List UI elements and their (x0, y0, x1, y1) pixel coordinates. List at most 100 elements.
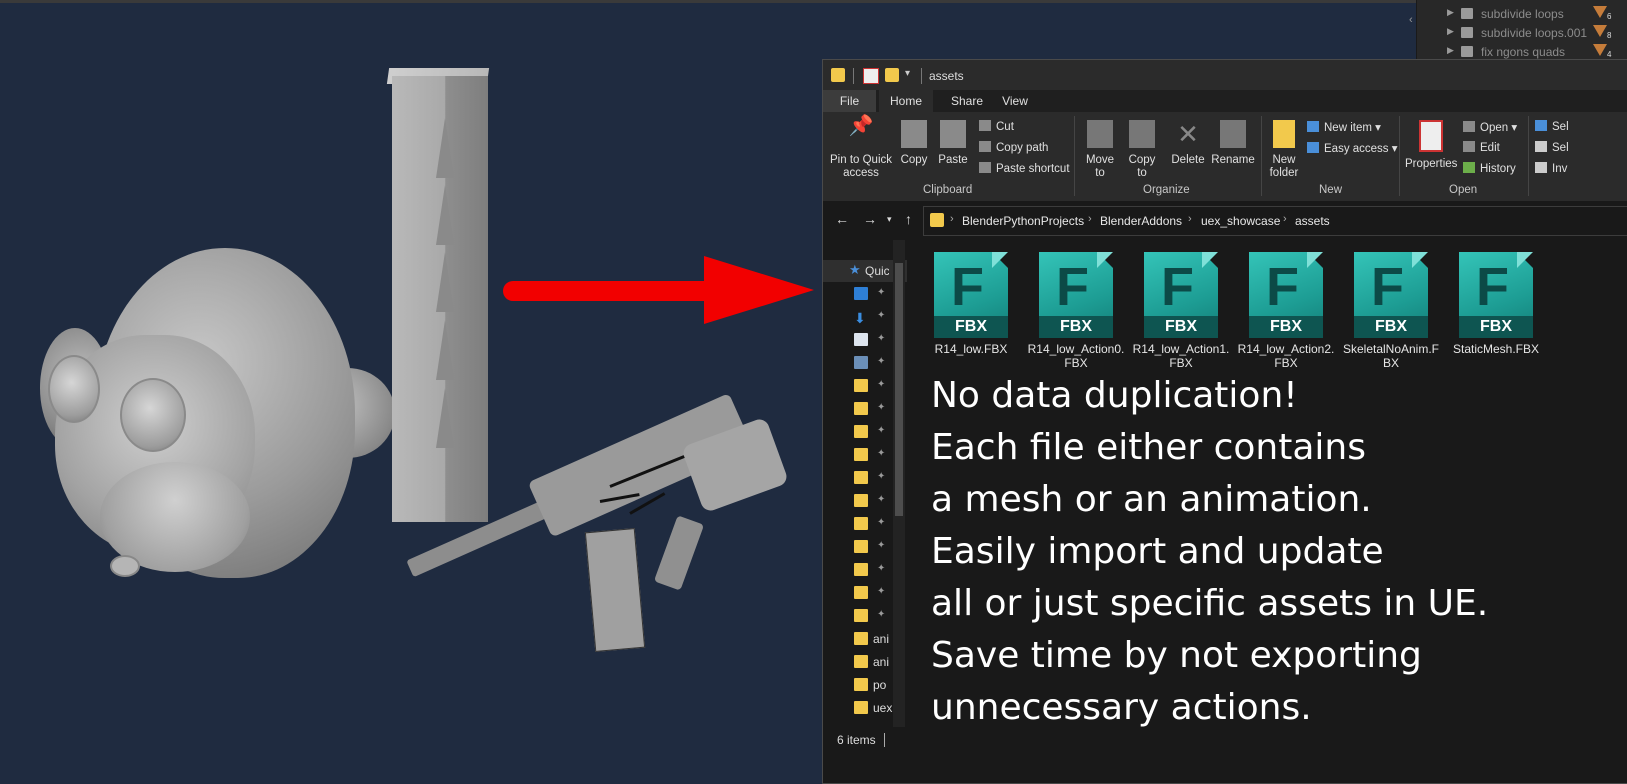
select-all-button[interactable]: Sel (1535, 120, 1569, 133)
rename-button[interactable]: Rename (1211, 120, 1255, 167)
tab-share[interactable]: Share (945, 90, 989, 112)
group-label-open: Open (1449, 184, 1478, 196)
expand-triangle-icon[interactable]: ▶ (1447, 45, 1454, 56)
pin-icon: ✦ (877, 425, 886, 436)
object-icon (1461, 27, 1473, 38)
copy-path-button[interactable]: Copy path (979, 141, 1048, 154)
status-separator (884, 733, 885, 747)
pin-icon: ✦ (877, 448, 886, 459)
chevron-right-icon: › (950, 213, 954, 225)
annotation-line: all or just specific assets in UE. (931, 583, 1489, 624)
outliner-row[interactable]: ▶ subdivide loops.001 8 (1417, 23, 1627, 43)
monkey-eye-right (120, 378, 186, 452)
select-all-label: Sel (1552, 121, 1569, 133)
pin-icon: 📌 (848, 115, 874, 137)
paste-button[interactable]: Paste (936, 120, 970, 167)
new-folder-button[interactable]: New folder (1267, 120, 1301, 180)
blender-outliner[interactable]: ‹ ▶ subdivide loops 6 ▶ subdivide loops.… (1409, 0, 1627, 60)
file-item[interactable]: F FBX SkeletalNoAnim.FBX (1339, 252, 1443, 370)
recent-dropdown-icon[interactable]: ▾ (887, 214, 892, 225)
breadcrumb-item[interactable]: BlenderPythonProjects (962, 214, 1084, 228)
paste-shortcut-button[interactable]: Paste shortcut (979, 162, 1070, 175)
file-explorer-window[interactable]: ▾ assets File Home Share View 📌 Pin to Q… (822, 59, 1627, 784)
copy-to-button[interactable]: Copy to (1123, 120, 1161, 180)
ribbon-divider (1528, 116, 1529, 196)
fbx-file-icon: F FBX (1354, 252, 1428, 338)
select-none-icon (1535, 141, 1547, 152)
tab-home[interactable]: Home (879, 90, 933, 112)
pin-icon: ✦ (877, 563, 886, 574)
folder-icon (854, 701, 868, 714)
pin-icon: ✦ (877, 402, 886, 413)
new-folder-icon[interactable] (885, 68, 899, 82)
copy-icon (901, 120, 927, 148)
file-item[interactable]: F FBX R14_low_Action2.FBX (1234, 252, 1338, 370)
easy-access-button[interactable]: Easy access ▾ (1307, 141, 1398, 155)
delete-label: Delete (1171, 154, 1205, 166)
rifle-magazine (584, 528, 646, 652)
delete-button[interactable]: ✕ Delete (1169, 120, 1207, 167)
modifier-icon (1593, 25, 1607, 37)
breadcrumb-item[interactable]: assets (1295, 214, 1330, 228)
expand-triangle-icon[interactable]: ▶ (1447, 7, 1454, 18)
pin-icon: ✦ (877, 287, 886, 298)
folder-icon (854, 425, 868, 438)
toolbar-separator (853, 68, 854, 84)
select-none-button[interactable]: Sel (1535, 141, 1569, 154)
nav-scrollbar-thumb[interactable] (895, 263, 903, 516)
tab-file[interactable]: File (823, 90, 876, 112)
annotation-line: Easily import and update (931, 531, 1384, 572)
new-item-button[interactable]: New item ▾ (1307, 120, 1381, 134)
file-ext-label: FBX (934, 316, 1008, 338)
paste-shortcut-label: Paste shortcut (996, 163, 1070, 175)
quick-access-dropdown-icon[interactable]: ▾ (905, 68, 919, 82)
downloads-icon: ⬇ (854, 310, 866, 326)
copy-button[interactable]: Copy (897, 120, 931, 167)
tab-view[interactable]: View (995, 90, 1035, 112)
toolbar-separator (921, 68, 922, 84)
edit-button[interactable]: Edit (1463, 141, 1500, 154)
expand-triangle-icon[interactable]: ▶ (1447, 26, 1454, 37)
properties-check-icon[interactable] (863, 68, 879, 84)
cut-button[interactable]: Cut (979, 120, 1014, 133)
open-button[interactable]: Open ▾ (1463, 120, 1517, 134)
folder-icon (854, 494, 868, 507)
file-ext-label: FBX (1039, 316, 1113, 338)
pin-to-quick-access-button[interactable]: 📌 Pin to Quick access (829, 115, 893, 180)
file-list[interactable]: F FBX R14_low.FBX F FBX R14_low_Action0.FB… (907, 240, 1627, 728)
collapse-chevron-icon[interactable]: ‹ (1409, 14, 1413, 26)
bone-spike (436, 252, 454, 312)
file-item[interactable]: F FBX R14_low_Action0.FBX (1024, 252, 1128, 370)
file-name: R14_low_Action0.FBX (1027, 342, 1125, 370)
properties-label: Properties (1405, 158, 1458, 170)
status-bar: 6 items (823, 727, 1627, 783)
object-icon (1461, 8, 1473, 19)
move-to-button[interactable]: Move to (1081, 120, 1119, 180)
outliner-row[interactable]: ▶ subdivide loops 6 (1417, 4, 1627, 24)
object-icon (1461, 46, 1473, 57)
file-item[interactable]: F FBX StaticMesh.FBX (1444, 252, 1548, 356)
title-bar[interactable]: ▾ assets (823, 60, 1627, 90)
breadcrumb-item[interactable]: uex_showcase (1201, 214, 1280, 228)
copy-path-label: Copy path (996, 142, 1049, 154)
chevron-right-icon: › (1283, 213, 1287, 225)
pictures-icon (854, 356, 868, 369)
fbx-file-icon: F FBX (1144, 252, 1218, 338)
invert-selection-button[interactable]: Inv (1535, 162, 1567, 175)
navigation-pane[interactable]: ★ Quic ✦ ⬇ ✦ ✦ ✦ ✦ ✦ ✦ ✦ ✦ ✦ ✦ ✦ ✦ ✦ ✦ an… (823, 240, 907, 727)
file-item[interactable]: F FBX R14_low.FBX (919, 252, 1023, 356)
modifier-count: 6 (1607, 12, 1612, 21)
ribbon: 📌 Pin to Quick access Copy Paste Cut Cop… (823, 112, 1627, 202)
history-button[interactable]: History (1463, 162, 1516, 175)
address-bar[interactable]: › BlenderPythonProjects › BlenderAddons … (923, 206, 1627, 236)
breadcrumb-item[interactable]: BlenderAddons (1100, 214, 1182, 228)
up-arrow-icon[interactable]: ↑ (905, 211, 912, 227)
address-row: ← → ▾ ↑ › BlenderPythonProjects › Blende… (823, 201, 1627, 239)
forward-arrow-icon[interactable]: → (863, 211, 877, 227)
properties-button[interactable]: Properties (1405, 120, 1457, 171)
group-label-organize: Organize (1143, 184, 1190, 196)
pin-icon: ✦ (877, 310, 886, 321)
file-item[interactable]: F FBX R14_low_Action1.FBX (1129, 252, 1233, 370)
back-arrow-icon[interactable]: ← (835, 211, 849, 227)
edit-label: Edit (1480, 142, 1500, 154)
